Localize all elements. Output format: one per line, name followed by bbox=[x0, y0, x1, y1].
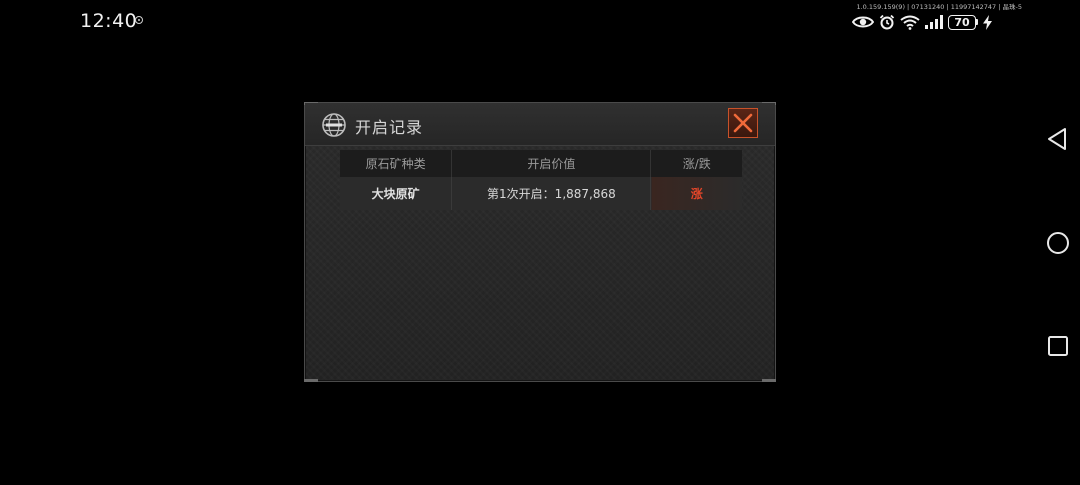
column-header-kind: 原石矿种类 bbox=[340, 150, 453, 177]
back-icon[interactable] bbox=[1046, 127, 1068, 151]
battery-icon: 70 bbox=[948, 14, 978, 30]
status-clock: 12:40 bbox=[80, 10, 138, 32]
dialog-header: 开启记录 bbox=[305, 103, 775, 146]
eye-icon bbox=[852, 16, 874, 28]
home-icon[interactable] bbox=[1046, 231, 1070, 255]
frame-corner bbox=[762, 379, 776, 382]
status-icons: 70 bbox=[852, 12, 992, 32]
sync-icon bbox=[135, 16, 143, 24]
recent-apps-icon[interactable] bbox=[1047, 335, 1069, 357]
column-header-change: 涨/跌 bbox=[650, 150, 742, 177]
screen: 12:40 1.0.159.159(9) | 07131240 | 119971… bbox=[0, 0, 1080, 485]
dialog-title: 开启记录 bbox=[355, 118, 424, 137]
table-row: 大块原矿 第1次开启：1,887,868 涨 bbox=[340, 177, 742, 210]
globe-icon bbox=[322, 113, 346, 137]
alarm-icon bbox=[879, 14, 895, 30]
cell-change: 涨 bbox=[650, 177, 742, 210]
column-header-value: 开启价值 bbox=[451, 150, 652, 177]
records-table: 原石矿种类 开启价值 涨/跌 大块原矿 第1次开启：1,887,868 涨 bbox=[340, 150, 742, 210]
build-info: 1.0.159.159(9) | 07131240 | 11997142747 … bbox=[856, 3, 1022, 11]
open-records-dialog: 开启记录 原石矿种类 开启价值 涨/跌 大块原矿 第1次开启：1,887,868 bbox=[304, 102, 776, 382]
close-icon bbox=[733, 113, 753, 133]
wifi-icon bbox=[900, 15, 920, 30]
frame-corner bbox=[304, 379, 318, 382]
cell-kind: 大块原矿 bbox=[340, 177, 453, 210]
close-button[interactable] bbox=[728, 108, 758, 138]
table-header-row: 原石矿种类 开启价值 涨/跌 bbox=[340, 150, 742, 177]
cell-value: 第1次开启：1,887,868 bbox=[451, 177, 652, 210]
signal-icon bbox=[925, 15, 943, 29]
battery-level: 70 bbox=[948, 14, 976, 30]
charging-icon bbox=[983, 14, 992, 30]
